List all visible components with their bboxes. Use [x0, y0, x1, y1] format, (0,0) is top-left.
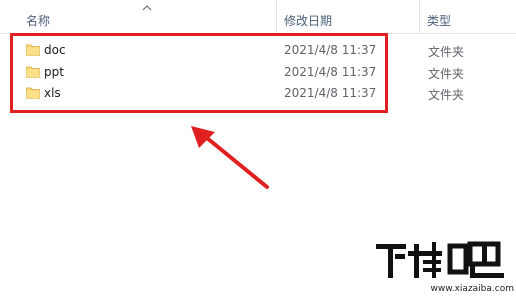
- column-header: 名称 修改日期 类型: [0, 0, 516, 34]
- column-divider[interactable]: [419, 0, 420, 34]
- highlight-box: [10, 33, 388, 113]
- column-header-date[interactable]: 修改日期: [284, 12, 332, 29]
- column-header-type[interactable]: 类型: [427, 12, 451, 29]
- file-type: 文件夹: [428, 67, 465, 81]
- watermark-url: www.xiazaiba.com: [430, 284, 514, 294]
- sort-ascending-icon: [142, 5, 152, 11]
- file-type: 文件夹: [428, 45, 465, 59]
- file-type: 文件夹: [428, 88, 465, 102]
- watermark-brand-icon: [376, 241, 504, 278]
- column-header-name[interactable]: 名称: [26, 12, 50, 29]
- column-divider[interactable]: [276, 0, 277, 34]
- annotation-arrow-icon: [191, 126, 269, 189]
- watermark-logo: www.xiazaiba.com: [368, 236, 516, 296]
